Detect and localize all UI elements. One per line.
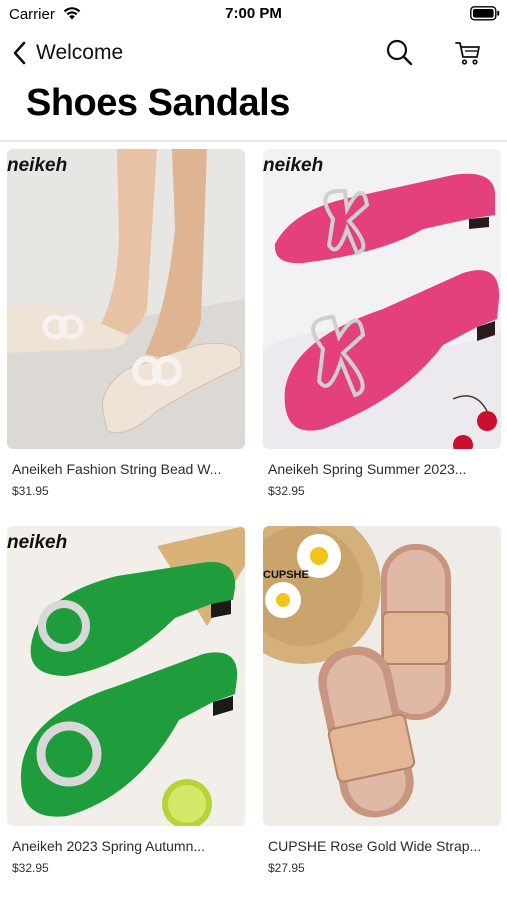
search-icon [386,39,413,66]
cart-button[interactable] [453,38,483,68]
chevron-left-icon [13,41,26,65]
product-image[interactable]: CUPSHE [263,526,501,826]
brand-mark: neikeh [7,155,67,176]
brand-mark: neikeh [263,155,323,176]
product-image[interactable]: neikeh [7,149,245,449]
product-card[interactable]: CUPSHE CUPSHE Rose Gold Wide Strap... $2… [263,526,501,886]
navigation-bar: Welcome [0,30,507,76]
product-card[interactable]: neikeh Aneikeh 2023 Spring Autumn... $32… [7,526,245,886]
product-price: $32.95 [12,861,49,875]
status-bar: Carrier 7:00 PM [0,0,507,30]
page-title: Shoes Sandals [26,82,290,124]
brand-mark: CUPSHE [263,569,309,581]
product-image[interactable]: neikeh [7,526,245,826]
product-title: Aneikeh Spring Summer 2023... [268,461,467,477]
status-time: 7:00 PM [225,5,282,22]
product-title: CUPSHE Rose Gold Wide Strap... [268,838,482,854]
back-button[interactable]: Welcome [12,36,123,70]
product-grid: neikeh Aneikeh Fashion String Bead W... … [0,142,507,900]
battery-icon [470,6,500,21]
brand-mark: neikeh [7,532,67,553]
search-button[interactable] [384,37,416,69]
product-title: Aneikeh Fashion String Bead W... [12,461,222,477]
product-title: Aneikeh 2023 Spring Autumn... [12,838,206,854]
product-image[interactable]: neikeh [263,149,501,449]
product-price: $31.95 [12,484,49,498]
cart-icon [455,42,480,65]
product-card[interactable]: neikeh Aneikeh Fashion String Bead W... … [7,149,245,509]
back-label: Welcome [36,41,124,64]
product-price: $27.95 [268,861,305,875]
product-card[interactable]: neikeh Aneikeh Spring Summer 2023... $32… [263,149,501,509]
product-price: $32.95 [268,484,305,498]
